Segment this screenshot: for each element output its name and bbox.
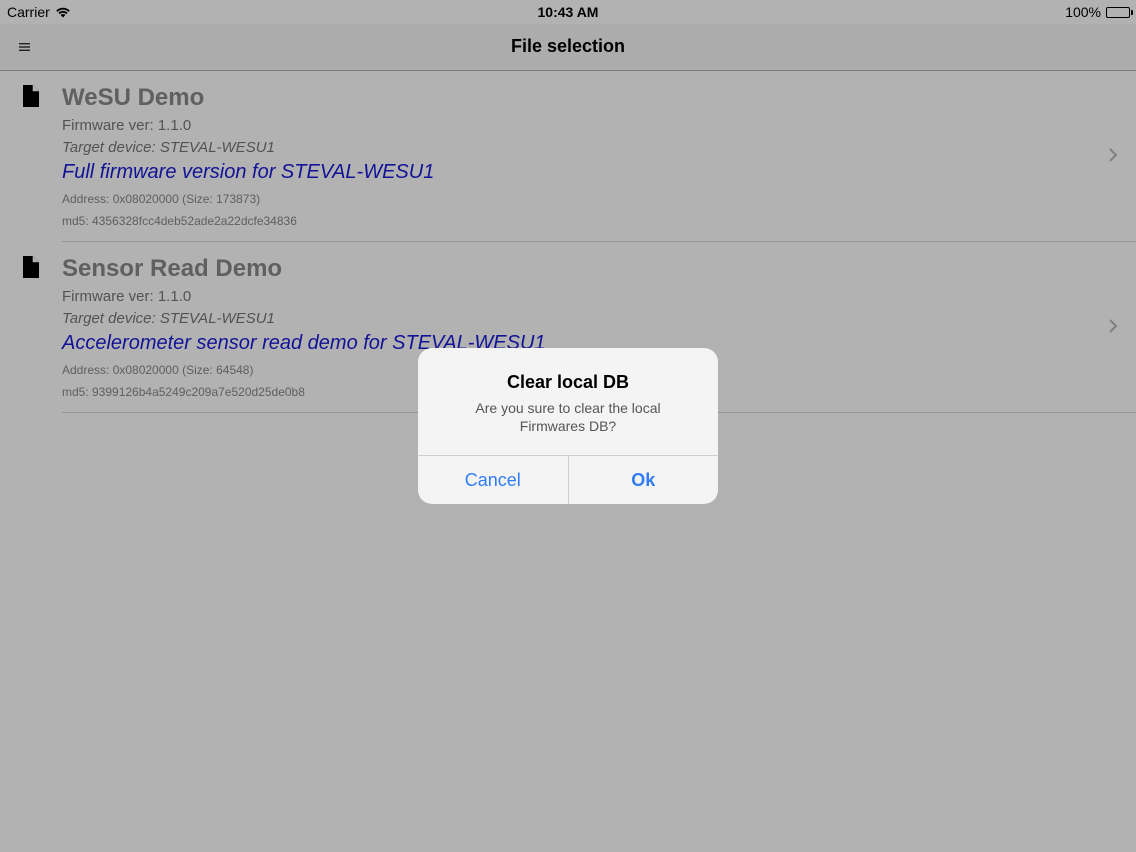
ok-button[interactable]: Ok [569,456,719,504]
clear-db-alert: Clear local DB Are you sure to clear the… [418,348,718,504]
app-screen: Carrier 10:43 AM 100% File selection WeS… [0,0,1136,852]
alert-title: Clear local DB [506,372,630,392]
cancel-button[interactable]: Cancel [418,456,569,504]
alert-button-bar: Cancel Ok [418,455,718,504]
alert-message: Are you sure to clear the local Firmware… [475,400,661,434]
